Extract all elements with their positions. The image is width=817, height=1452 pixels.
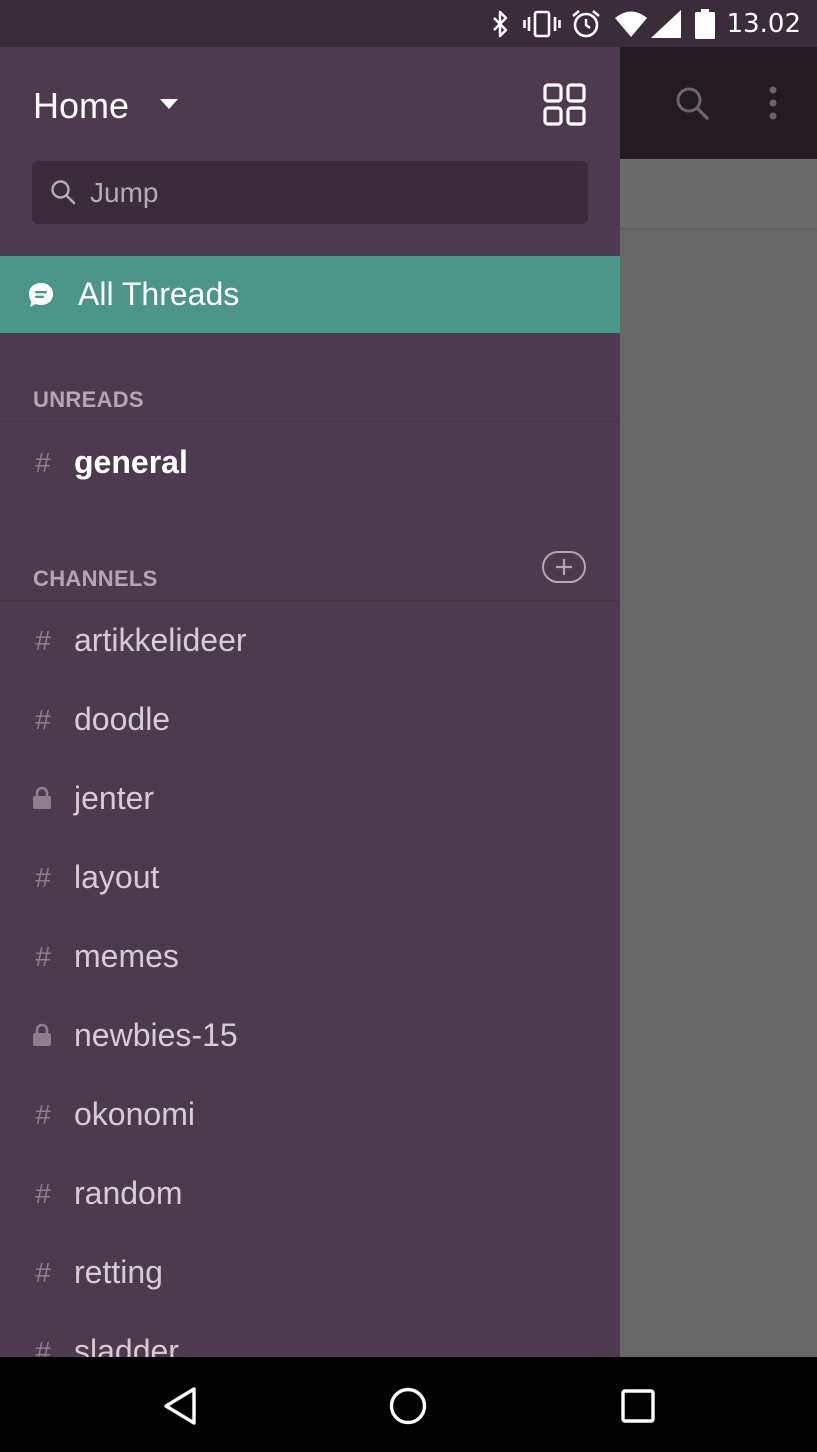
hash-icon: # — [35, 625, 51, 656]
channel-item[interactable]: # general — [0, 424, 620, 503]
channel-item[interactable]: jenter — [0, 760, 620, 839]
channel-item[interactable]: # layout — [0, 839, 620, 918]
caret-down-icon[interactable] — [160, 99, 178, 109]
channel-item[interactable]: newbies-15 — [0, 997, 620, 1076]
channel-item[interactable]: # retting — [0, 1234, 620, 1313]
home-icon[interactable] — [386, 1384, 430, 1428]
all-threads-item[interactable]: All Threads — [0, 256, 620, 333]
threads-icon — [28, 282, 54, 308]
channel-name: retting — [74, 1254, 163, 1290]
channel-name: random — [74, 1175, 183, 1211]
channel-name: jenter — [74, 780, 155, 816]
hash-icon: # — [35, 1257, 51, 1288]
background-header — [620, 159, 817, 229]
bluetooth-icon — [488, 9, 512, 39]
channel-name: doodle — [74, 701, 171, 737]
jump-input[interactable] — [90, 161, 570, 224]
unreads-header: UNREADS — [0, 367, 620, 422]
channel-name: memes — [74, 938, 179, 974]
search-icon[interactable] — [672, 83, 712, 123]
grid-icon[interactable] — [543, 83, 587, 127]
navigation-bar — [0, 1357, 817, 1452]
channels-label: CHANNELS — [33, 566, 158, 591]
more-options-icon[interactable] — [763, 83, 783, 123]
battery-icon — [694, 9, 716, 39]
team-name[interactable]: Home — [33, 83, 129, 129]
hash-icon: # — [35, 1178, 51, 1209]
vibrate-icon — [522, 9, 562, 39]
hash-icon: # — [35, 1336, 51, 1357]
recents-icon[interactable] — [616, 1384, 660, 1428]
channel-item[interactable]: # okonomi — [0, 1076, 620, 1155]
status-bar: 13.02 — [0, 0, 817, 47]
channel-name: general — [74, 444, 188, 480]
search-icon — [50, 179, 76, 205]
channel-item[interactable]: # random — [0, 1155, 620, 1234]
all-threads-label: All Threads — [78, 276, 240, 312]
hash-icon: # — [35, 862, 51, 893]
channels-header: CHANNELS — [0, 546, 620, 601]
clock-time: 13.02 — [726, 9, 801, 39]
jump-search[interactable] — [32, 161, 588, 224]
hash-icon: # — [35, 1099, 51, 1130]
channel-item[interactable]: # memes — [0, 918, 620, 997]
channel-name: newbies-15 — [74, 1017, 238, 1053]
add-channel-button[interactable] — [542, 551, 586, 583]
hash-icon: # — [35, 447, 51, 478]
channel-name: artikkelideer — [74, 622, 247, 658]
back-icon[interactable] — [158, 1384, 202, 1428]
plus-icon — [556, 559, 572, 575]
lock-icon — [32, 786, 52, 810]
hash-icon: # — [35, 941, 51, 972]
navigation-drawer: Home All Threads UNREADS # general CHANNE… — [0, 47, 620, 1357]
background-content — [620, 230, 817, 1357]
channel-name: okonomi — [74, 1096, 195, 1132]
channel-item[interactable]: # doodle — [0, 681, 620, 760]
unreads-label: UNREADS — [33, 387, 144, 412]
wifi-icon — [614, 9, 648, 39]
alarm-icon — [570, 9, 602, 39]
channel-item[interactable]: # sladder — [0, 1313, 620, 1357]
channel-item[interactable]: # artikkelideer — [0, 602, 620, 681]
hash-icon: # — [35, 704, 51, 735]
lock-icon — [32, 1023, 52, 1047]
channel-name: sladder — [74, 1333, 179, 1357]
channel-name: layout — [74, 859, 160, 895]
background-toolbar — [620, 47, 817, 159]
signal-icon — [650, 9, 682, 39]
